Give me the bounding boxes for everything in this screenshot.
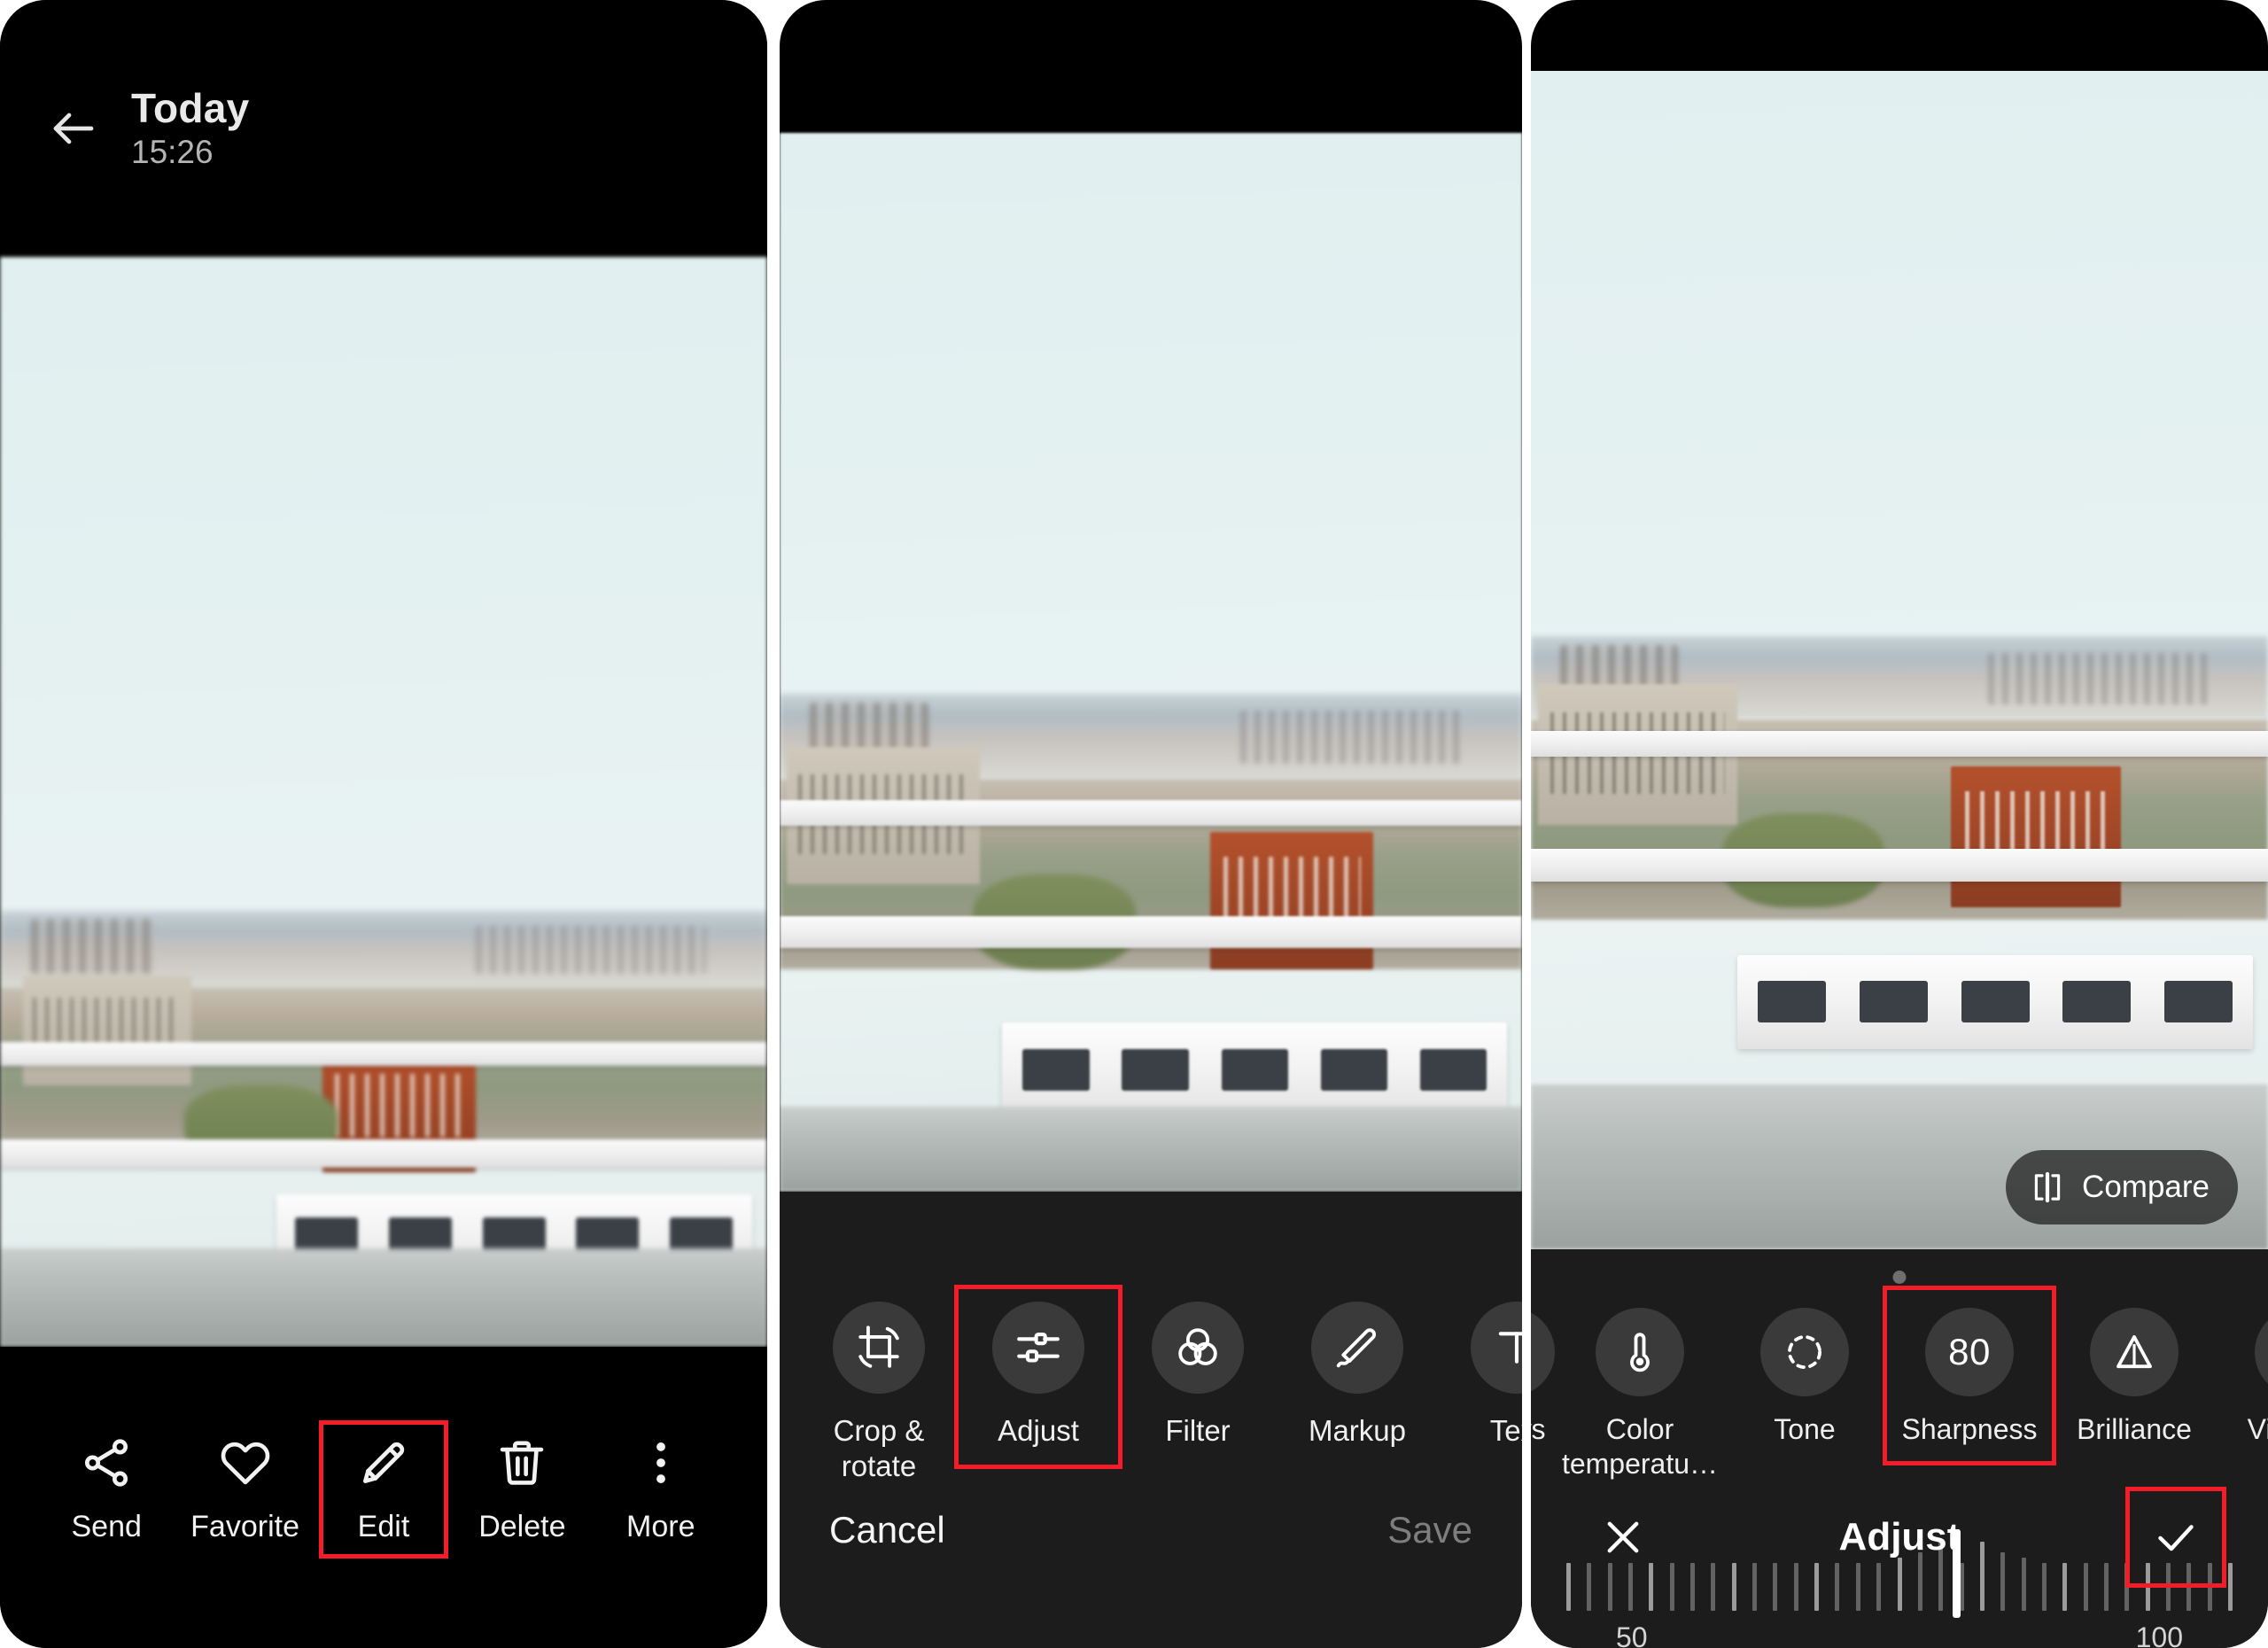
adjust-vignette-label: Vignette	[2247, 1413, 2268, 1445]
sliders-icon	[992, 1302, 1084, 1394]
shadows-icon	[1531, 1308, 1555, 1396]
marker-pen-icon	[1311, 1302, 1403, 1394]
tool-markup[interactable]: Markup	[1278, 1289, 1437, 1465]
adjust-tone-label: Tone	[1774, 1413, 1836, 1445]
white-boat	[1002, 1022, 1508, 1118]
header-text-group: Today 15:26	[131, 87, 250, 169]
tool-filter[interactable]: Filter	[1118, 1289, 1278, 1465]
action-delete-label: Delete	[478, 1510, 566, 1543]
railing-bar-bottom	[780, 916, 1522, 949]
adjust-tone[interactable]: Tone	[1722, 1290, 1887, 1461]
photo-image-viewer[interactable]	[0, 257, 767, 1347]
action-more[interactable]: More	[601, 1425, 721, 1554]
boat-windows	[1022, 1048, 1487, 1092]
boat-windows	[295, 1217, 734, 1254]
adjust-sharpness-label: Sharpness	[1901, 1413, 2038, 1445]
adjust-vignette[interactable]: Vignette	[2217, 1290, 2268, 1461]
share-icon	[79, 1432, 134, 1494]
railing-bar-top	[780, 799, 1522, 826]
sharpness-value: 80	[1925, 1308, 2014, 1396]
adjust-brilliance[interactable]: Brilliance	[2052, 1290, 2217, 1461]
boat-windows	[1758, 981, 2233, 1023]
crop-rotate-icon	[833, 1302, 925, 1394]
action-favorite-label: Favorite	[190, 1510, 299, 1543]
cancel-button[interactable]: Cancel	[829, 1509, 945, 1551]
panel-photo-viewer: Today 15:26 Send Favorite Edit Delete Mo…	[0, 0, 767, 1648]
sheet-drag-handle[interactable]	[1892, 1271, 1907, 1284]
action-edit[interactable]: Edit	[318, 1420, 448, 1559]
tone-dots-icon	[1760, 1308, 1849, 1396]
brick-building	[1210, 831, 1374, 970]
confirm-button[interactable]	[2124, 1487, 2226, 1588]
adjust-sheet: ws Color temperatu…	[1531, 1249, 2268, 1648]
adjust-sharpness[interactable]: 80 Sharpness	[1883, 1285, 2056, 1466]
action-more-label: More	[626, 1510, 695, 1543]
action-delete[interactable]: Delete	[462, 1425, 582, 1554]
compare-label: Compare	[2082, 1170, 2210, 1204]
adjust-title: Adjust	[1838, 1515, 1961, 1559]
tool-filter-label: Filter	[1165, 1414, 1231, 1447]
arrow-left-icon	[53, 113, 94, 144]
foreground-ground	[0, 1248, 767, 1347]
screenshot-board: Today 15:26 Send Favorite Edit Delete Mo…	[0, 0, 2268, 1648]
photo-image-adjust[interactable]: Compare	[1531, 71, 2268, 1249]
viewer-action-bar: Send Favorite Edit Delete More	[0, 1347, 767, 1648]
close-x-icon	[1607, 1521, 1639, 1553]
save-button[interactable]: Save	[1387, 1509, 1472, 1551]
close-button[interactable]	[1577, 1491, 1669, 1583]
stone-building	[22, 976, 192, 1085]
trash-icon	[494, 1432, 549, 1494]
action-edit-label: Edit	[357, 1510, 410, 1543]
panel-photo-editor: Crop & rotate Adjust Filter Markup Te Ca…	[780, 0, 1522, 1648]
tool-markup-label: Markup	[1308, 1414, 1407, 1447]
tool-text-label: Text	[1489, 1414, 1522, 1447]
heart-icon	[218, 1432, 273, 1494]
tool-adjust-label: Adjust	[998, 1414, 1079, 1447]
action-send-label: Send	[71, 1510, 142, 1543]
check-icon	[2158, 1525, 2194, 1551]
editor-confirm-row: Cancel Save	[780, 1462, 1522, 1648]
editor-sheet: Crop & rotate Adjust Filter Markup Te Ca…	[780, 1192, 1522, 1648]
action-send[interactable]: Send	[46, 1425, 167, 1554]
railing-bar-bottom	[1531, 848, 2268, 882]
thermometer-icon	[1596, 1308, 1684, 1396]
kebab-menu-icon	[633, 1432, 688, 1494]
adjust-shadows[interactable]: ws	[1531, 1290, 1557, 1461]
adjust-brilliance-label: Brilliance	[2077, 1413, 2192, 1445]
brick-building	[1951, 766, 2121, 908]
viewer-header: Today 15:26	[0, 0, 767, 257]
compare-split-icon	[2034, 1171, 2061, 1203]
adjust-color-temperature[interactable]: Color temperatu…	[1557, 1290, 1722, 1496]
brilliance-triangle-icon	[2090, 1308, 2179, 1396]
action-favorite[interactable]: Favorite	[185, 1425, 306, 1554]
page-title: Today	[131, 85, 250, 132]
railing-bar-top	[1531, 730, 2268, 758]
railing-bar-bottom	[0, 1139, 767, 1169]
pencil-icon	[356, 1432, 411, 1494]
white-boat	[1736, 954, 2254, 1049]
text-t-icon	[1471, 1302, 1522, 1394]
photo-image-editor[interactable]	[780, 133, 1522, 1192]
adjust-right-slot	[2107, 1487, 2226, 1588]
adjust-shadows-label: ws	[1531, 1413, 1546, 1445]
railing-bar-top	[0, 1041, 767, 1066]
tool-adjust[interactable]: Adjust	[954, 1284, 1122, 1470]
back-button[interactable]	[41, 96, 106, 161]
sky-background	[0, 257, 767, 1347]
sharpness-value-text: 80	[1948, 1331, 1991, 1372]
foreground-ground	[780, 1107, 1522, 1192]
compare-button[interactable]: Compare	[2006, 1150, 2238, 1224]
tool-text[interactable]: Text	[1437, 1289, 1522, 1465]
panel-adjust: Compare ws	[1531, 0, 2268, 1648]
adjust-options-strip[interactable]: ws Color temperatu…	[1531, 1285, 2268, 1496]
vignette-icon	[2255, 1308, 2268, 1396]
adjust-left-slot	[1577, 1491, 1692, 1583]
adjust-bottom-bar: Adjust	[1531, 1471, 2268, 1648]
photo-time: 15:26	[131, 133, 214, 170]
filter-circles-icon	[1152, 1302, 1244, 1394]
